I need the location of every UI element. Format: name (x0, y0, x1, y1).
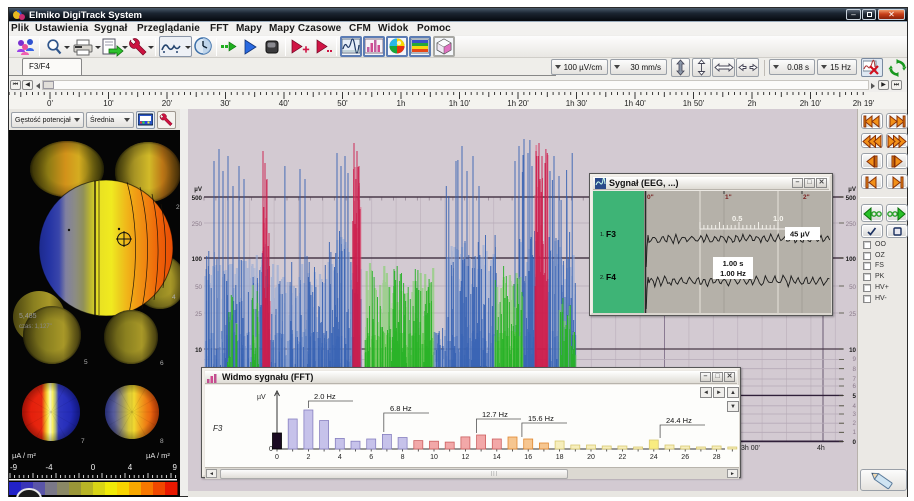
svg-text:5: 5 (84, 359, 88, 366)
svg-text:czas: 1,127": czas: 1,127" (19, 324, 52, 330)
svg-text:0: 0 (275, 454, 279, 461)
svg-text:6: 6 (160, 360, 164, 367)
svg-text:15.6 Hz: 15.6 Hz (528, 414, 554, 423)
svg-text:24.4 Hz: 24.4 Hz (666, 416, 692, 425)
svg-text:45 µV: 45 µV (790, 230, 810, 239)
svg-text:3h 00': 3h 00' (741, 445, 760, 452)
svg-text:2": 2" (803, 194, 810, 201)
svg-text:4: 4 (128, 463, 133, 472)
svg-text:18: 18 (556, 454, 564, 461)
svg-text:16: 16 (524, 454, 532, 461)
svg-text:µV: µV (257, 394, 266, 401)
svg-text:9: 9 (853, 356, 857, 363)
svg-text:500: 500 (192, 195, 203, 202)
svg-text:4: 4 (853, 403, 857, 410)
svg-text:µV: µV (194, 186, 203, 193)
svg-text:5,485: 5,485 (19, 313, 37, 320)
svg-text:0.5: 0.5 (732, 214, 742, 223)
svg-text:22: 22 (619, 454, 627, 461)
svg-text:26: 26 (681, 454, 689, 461)
svg-text:8: 8 (401, 454, 405, 461)
svg-text:6: 6 (853, 383, 857, 390)
svg-text:5: 5 (853, 393, 857, 400)
svg-text:25: 25 (849, 311, 856, 318)
svg-text:500: 500 (846, 195, 857, 202)
svg-text:2.0 Hz: 2.0 Hz (314, 392, 336, 401)
svg-text:1.00 Hz: 1.00 Hz (720, 269, 746, 278)
svg-text:100: 100 (846, 256, 857, 263)
svg-text:12: 12 (462, 454, 470, 461)
svg-text:-4: -4 (45, 463, 53, 472)
svg-text:1": 1" (725, 194, 732, 201)
svg-text:50: 50 (195, 284, 202, 291)
svg-text:1: 1 (853, 429, 857, 436)
svg-text:2: 2 (306, 454, 310, 461)
svg-text:25: 25 (195, 311, 202, 318)
svg-text:µA / m²: µA / m² (146, 451, 170, 460)
svg-text:10: 10 (849, 347, 856, 354)
svg-text:4: 4 (172, 294, 176, 301)
svg-text:28: 28 (713, 454, 721, 461)
svg-text:2: 2 (853, 420, 857, 427)
svg-text:µV: µV (848, 186, 857, 193)
svg-text:50: 50 (849, 284, 856, 291)
svg-text:100: 100 (192, 256, 203, 263)
svg-text:20: 20 (587, 454, 595, 461)
svg-text:250: 250 (846, 221, 857, 228)
svg-text:-9: -9 (10, 463, 18, 472)
svg-text:0: 0 (853, 439, 857, 446)
svg-text:24: 24 (650, 454, 658, 461)
svg-text:12.7 Hz: 12.7 Hz (482, 410, 508, 419)
svg-text:4: 4 (338, 454, 342, 461)
svg-text:3: 3 (853, 411, 857, 418)
svg-text:10: 10 (195, 347, 202, 354)
svg-text:0: 0 (91, 463, 96, 472)
svg-text:9: 9 (173, 463, 178, 472)
svg-text:1.00 s: 1.00 s (723, 259, 744, 268)
svg-text:4h: 4h (817, 445, 825, 452)
svg-text:10: 10 (430, 454, 438, 461)
svg-text:8: 8 (160, 438, 164, 445)
svg-text:0": 0" (647, 194, 654, 201)
svg-text:250: 250 (192, 221, 203, 228)
svg-text:8: 8 (853, 366, 857, 373)
svg-text:2: 2 (176, 204, 180, 211)
svg-text:14: 14 (493, 454, 501, 461)
svg-text:µA / m²: µA / m² (12, 451, 36, 460)
svg-text:6: 6 (369, 454, 373, 461)
svg-text:7: 7 (853, 376, 857, 383)
svg-text:F3: F3 (213, 424, 223, 433)
svg-text:1.0: 1.0 (773, 214, 783, 223)
svg-text:7: 7 (81, 438, 85, 445)
svg-text:6.8 Hz: 6.8 Hz (390, 404, 412, 413)
